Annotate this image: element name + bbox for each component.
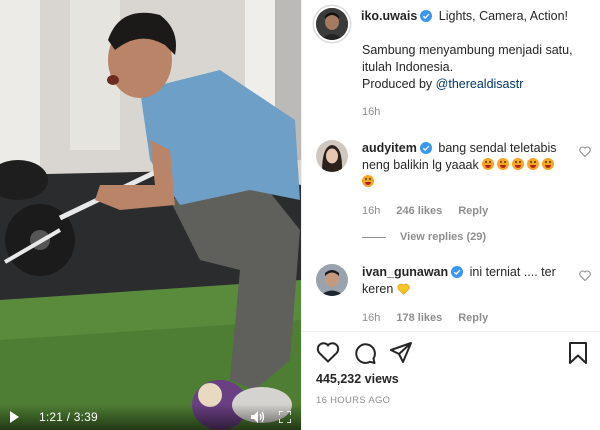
view-count[interactable]: 445,232 views [316,372,399,386]
view-replies-button[interactable]: View replies (29) [362,231,486,243]
video-player[interactable]: 1:21 / 3:39 [0,0,301,430]
play-icon[interactable] [10,411,19,423]
video-frame [0,0,301,430]
actions-divider [302,331,600,332]
author-avatar[interactable] [316,8,348,40]
verified-badge-icon [420,10,433,22]
verified-badge-icon [419,142,432,154]
laughing-emoji-icon [482,158,495,170]
post-header: iko.uwais Lights, Camera, Action! [316,8,568,40]
commenter-username[interactable]: audyitem [362,141,417,155]
comment-likes[interactable]: 246 likes [396,205,442,217]
comment-meta: 16h 246 likes Reply [362,205,591,217]
mention-link[interactable]: @therealdisastr [436,77,524,91]
reply-button[interactable]: Reply [458,312,488,324]
caption-line: itulah Indonesia. [362,60,454,74]
commenter-username[interactable]: ivan_gunawan [362,265,448,279]
comment-time: 16h [362,312,381,324]
author-username[interactable]: iko.uwais [361,9,417,23]
yellow-heart-icon [397,283,410,295]
laughing-emoji-icon [497,158,510,170]
caption-line: Sambung menyambung menjadi satu, [362,43,573,57]
commenter-avatar[interactable] [316,140,348,172]
comment-bubble-icon[interactable] [353,341,377,365]
comment-body: ivan_gunawan ini terniat .... ter keren [362,264,562,298]
action-bar [316,341,591,365]
comment: audyitem bang sendal teletabis neng bali… [316,140,591,217]
caption-time: 16h [362,106,381,118]
view-replies-label: View replies (29) [400,231,487,243]
fullscreen-icon[interactable] [279,411,291,423]
video-time: 1:21 / 3:39 [39,410,98,424]
laughing-emoji-icon [542,158,555,170]
caption-credit: Produced by @therealdisastr [362,76,592,93]
post-timestamp: 16 HOURS AGO [316,395,391,406]
replies-divider [362,236,386,238]
verified-badge-icon [451,266,464,278]
laughing-emoji-icon [527,158,540,170]
save-bookmark-icon[interactable] [567,341,589,365]
commenter-avatar[interactable] [316,264,348,296]
like-heart-icon[interactable] [316,341,340,363]
share-paper-plane-icon[interactable] [389,341,413,365]
like-comment-heart-icon[interactable] [579,146,591,157]
produced-by-label: Produced by [362,77,436,91]
post-panel: iko.uwais Lights, Camera, Action! Sambun… [301,0,600,430]
comment-body: audyitem bang sendal teletabis neng bali… [362,140,562,191]
video-controls: 1:21 / 3:39 [0,404,301,430]
like-comment-heart-icon[interactable] [579,270,591,281]
caption: Sambung menyambung menjadi satu, itulah … [362,42,592,93]
comment-time: 16h [362,205,381,217]
post-title: Lights, Camera, Action! [438,9,568,23]
laughing-emoji-icon [362,175,374,187]
comment-meta: 16h 178 likes Reply [362,312,591,324]
laughing-emoji-icon [512,158,525,170]
comment: ivan_gunawan ini terniat .... ter keren … [316,264,591,324]
comment-likes[interactable]: 178 likes [396,312,442,324]
reply-button[interactable]: Reply [458,205,488,217]
volume-icon[interactable] [251,411,265,423]
